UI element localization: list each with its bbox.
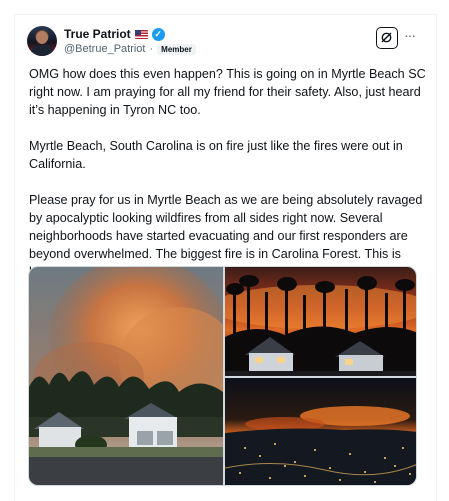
author-name[interactable]: True Patriot [64,27,131,41]
verified-badge-icon: ✓ [151,27,165,41]
avatar[interactable] [27,26,57,56]
photo-aerial-night-fire[interactable] [225,378,416,485]
avatar-shirt [31,45,53,56]
tweet-paragraph-2: Myrtle Beach, South Carolina is on fire … [29,139,403,171]
author-handle[interactable]: @Betrue_Patriot [64,43,146,55]
tweet-text: OMG how does this even happen? This is g… [29,65,429,281]
avatar-face [36,31,48,44]
author-name-row[interactable]: True Patriot ✓ [64,26,165,42]
us-flag-icon [134,29,148,39]
photo-fire-behind-trees[interactable] [225,267,416,376]
member-badge: Member [157,43,196,55]
grok-icon [381,32,392,43]
author-handle-row: @Betrue_Patriot · Member [64,42,196,56]
separator-dot: · [149,43,154,55]
more-options-button[interactable]: ··· [404,28,420,45]
tweet-paragraph-1: OMG how does this even happen? This is g… [29,67,426,117]
grok-button[interactable] [376,27,398,49]
photo-smoke-over-houses[interactable] [29,267,223,485]
media-grid [28,266,417,486]
